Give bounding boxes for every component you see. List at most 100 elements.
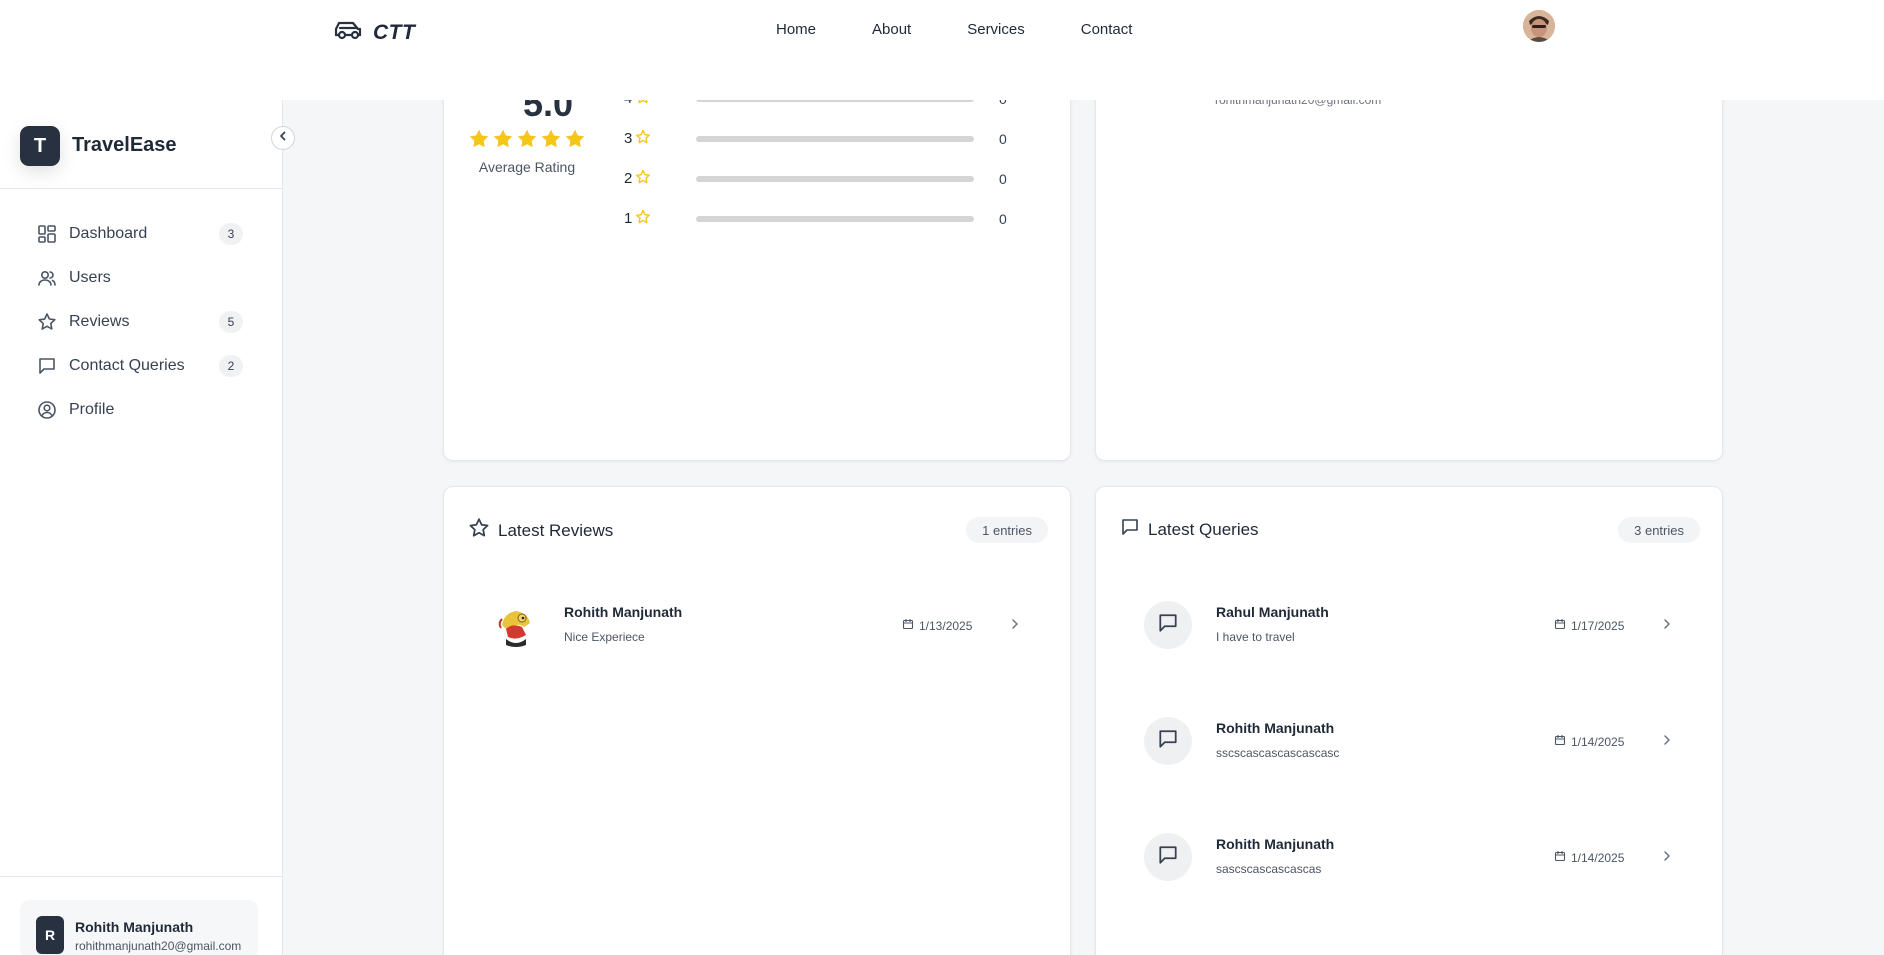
list-item[interactable]: Rohith Manjunath Nice Experiece 1/13/202…: [468, 585, 1048, 665]
rating-star-number: 1: [624, 210, 633, 227]
query-date: 1/14/2025: [1554, 734, 1624, 749]
rating-progress-bar: [696, 216, 974, 222]
brand-name: CTT: [373, 20, 416, 44]
sidebar: T TravelEase Dashboard 3 Users Reviews 5: [0, 100, 283, 955]
review-date: 1/13/2025: [902, 618, 972, 633]
count-badge: 5: [219, 311, 243, 333]
latest-user-card: rohithmanjunath20@gmail.com: [1095, 40, 1723, 461]
message-avatar: [1144, 833, 1192, 881]
sidebar-nav: Dashboard 3 Users Reviews 5 Contact Quer…: [0, 212, 283, 432]
card-title: Latest Queries: [1148, 519, 1259, 539]
list-item[interactable]: Rahul Manjunath I have to travel 1/17/20…: [1120, 585, 1700, 665]
message-avatar: [1144, 717, 1192, 765]
rating-summary-card: 5.0 Average Rating 4 0 3 0 2 0 1 0: [443, 40, 1071, 461]
query-sender-name: Rohith Manjunath: [1216, 720, 1335, 736]
query-message: sscscascascascascasc: [1216, 746, 1340, 760]
count-badge: 2: [219, 355, 243, 377]
list-item[interactable]: Rohith Manjunath sscscascascascascasc 1/…: [1120, 701, 1700, 781]
chevron-right-icon: [1660, 733, 1674, 752]
rating-distribution-row: 3 0: [624, 129, 1044, 149]
users-icon: [37, 268, 57, 288]
review-message: Nice Experiece: [564, 630, 645, 644]
latest-queries-card: Latest Queries 3 entries Rahul Manjunath…: [1095, 486, 1723, 955]
sidebar-user-email: rohithmanjunath20@gmail.com: [75, 939, 242, 953]
avatar: [492, 601, 540, 649]
card-header: Latest Reviews: [468, 517, 613, 544]
entries-badge: 3 entries: [1618, 517, 1700, 543]
chevron-right-icon: [1660, 617, 1674, 636]
query-date: 1/17/2025: [1554, 618, 1624, 633]
sidebar-item-dashboard[interactable]: Dashboard 3: [0, 212, 283, 256]
sidebar-title: TravelEase: [72, 134, 177, 156]
nav-link-services[interactable]: Services: [967, 21, 1025, 38]
rating-count: 0: [999, 211, 1007, 227]
nav-link-about[interactable]: About: [872, 21, 911, 38]
date-text: 1/14/2025: [1571, 850, 1625, 865]
query-sender-name: Rohith Manjunath: [1216, 836, 1335, 852]
message-avatar: [1144, 601, 1192, 649]
sidebar-item-label: Dashboard: [69, 225, 148, 242]
calendar-icon: [902, 618, 914, 633]
rating-count: 0: [999, 131, 1007, 147]
reviewer-name: Rohith Manjunath: [564, 604, 683, 620]
sidebar-item-reviews[interactable]: Reviews 5: [0, 300, 283, 344]
chevron-right-icon: [1008, 617, 1022, 636]
sidebar-item-users[interactable]: Users: [0, 256, 283, 300]
sidebar-item-label: Contact Queries: [69, 357, 185, 374]
date-text: 1/17/2025: [1571, 618, 1625, 633]
count-badge: 3: [219, 223, 243, 245]
query-message: I have to travel: [1216, 630, 1295, 644]
chevron-left-icon: [277, 129, 289, 147]
sidebar-item-label: Users: [69, 269, 111, 286]
star-icon: [37, 312, 57, 332]
message-icon: [1157, 612, 1179, 639]
top-navbar: CTT Home About Services Contact: [0, 0, 1884, 100]
star-icon: [468, 517, 490, 544]
date-text: 1/13/2025: [919, 618, 973, 633]
nav-link-home[interactable]: Home: [776, 21, 816, 38]
calendar-icon: [1554, 850, 1566, 865]
sidebar-item-contact-queries[interactable]: Contact Queries 2: [0, 344, 283, 388]
message-icon: [37, 356, 57, 376]
query-sender-name: Rahul Manjunath: [1216, 604, 1329, 620]
rating-star-number: 2: [624, 170, 633, 187]
message-icon: [1157, 728, 1179, 755]
sidebar-item-label: Reviews: [69, 313, 130, 330]
calendar-icon: [1554, 618, 1566, 633]
chevron-right-icon: [1660, 849, 1674, 868]
query-message: sascscascascascas: [1216, 862, 1322, 876]
rating-star-number: 3: [624, 130, 633, 147]
latest-reviews-card: Latest Reviews 1 entries Rohith Manjunat…: [443, 486, 1071, 955]
user-circle-icon: [37, 400, 57, 420]
star-outline-icon: [635, 169, 651, 190]
average-rating-label: Average Rating: [478, 159, 576, 175]
rating-count: 0: [999, 171, 1007, 187]
sidebar-user-name: Rohith Manjunath: [75, 919, 194, 935]
user-avatar[interactable]: [1523, 10, 1555, 42]
car-icon: [333, 18, 363, 47]
list-item[interactable]: Rohith Manjunath sascscascascascas 1/14/…: [1120, 817, 1700, 897]
sidebar-collapse-button[interactable]: [271, 126, 295, 150]
message-icon: [1157, 844, 1179, 871]
sidebar-item-profile[interactable]: Profile: [0, 388, 283, 432]
sidebar-user-card[interactable]: R Rohith Manjunath rohithmanjunath20@gma…: [20, 900, 258, 955]
card-title: Latest Reviews: [498, 520, 614, 540]
grid-icon: [37, 224, 57, 244]
rating-progress-bar: [696, 176, 974, 182]
nav-link-contact[interactable]: Contact: [1081, 21, 1133, 38]
brand-link[interactable]: CTT: [333, 18, 415, 47]
sidebar-footer: R Rohith Manjunath rohithmanjunath20@gma…: [0, 876, 283, 955]
entries-badge: 1 entries: [966, 517, 1048, 543]
star-filled-icon: [540, 128, 562, 155]
rating-distribution-row: 1 0: [624, 209, 1044, 229]
star-outline-icon: [635, 209, 651, 230]
star-filled-icon: [468, 128, 490, 155]
star-filled-icon: [564, 128, 586, 155]
date-text: 1/14/2025: [1571, 734, 1625, 749]
nav-links: Home About Services Contact: [776, 21, 1188, 38]
average-rating-stars: [468, 128, 586, 155]
query-date: 1/14/2025: [1554, 850, 1624, 865]
sidebar-logo: T: [20, 126, 60, 166]
rating-distribution-row: 2 0: [624, 169, 1044, 189]
star-filled-icon: [492, 128, 514, 155]
